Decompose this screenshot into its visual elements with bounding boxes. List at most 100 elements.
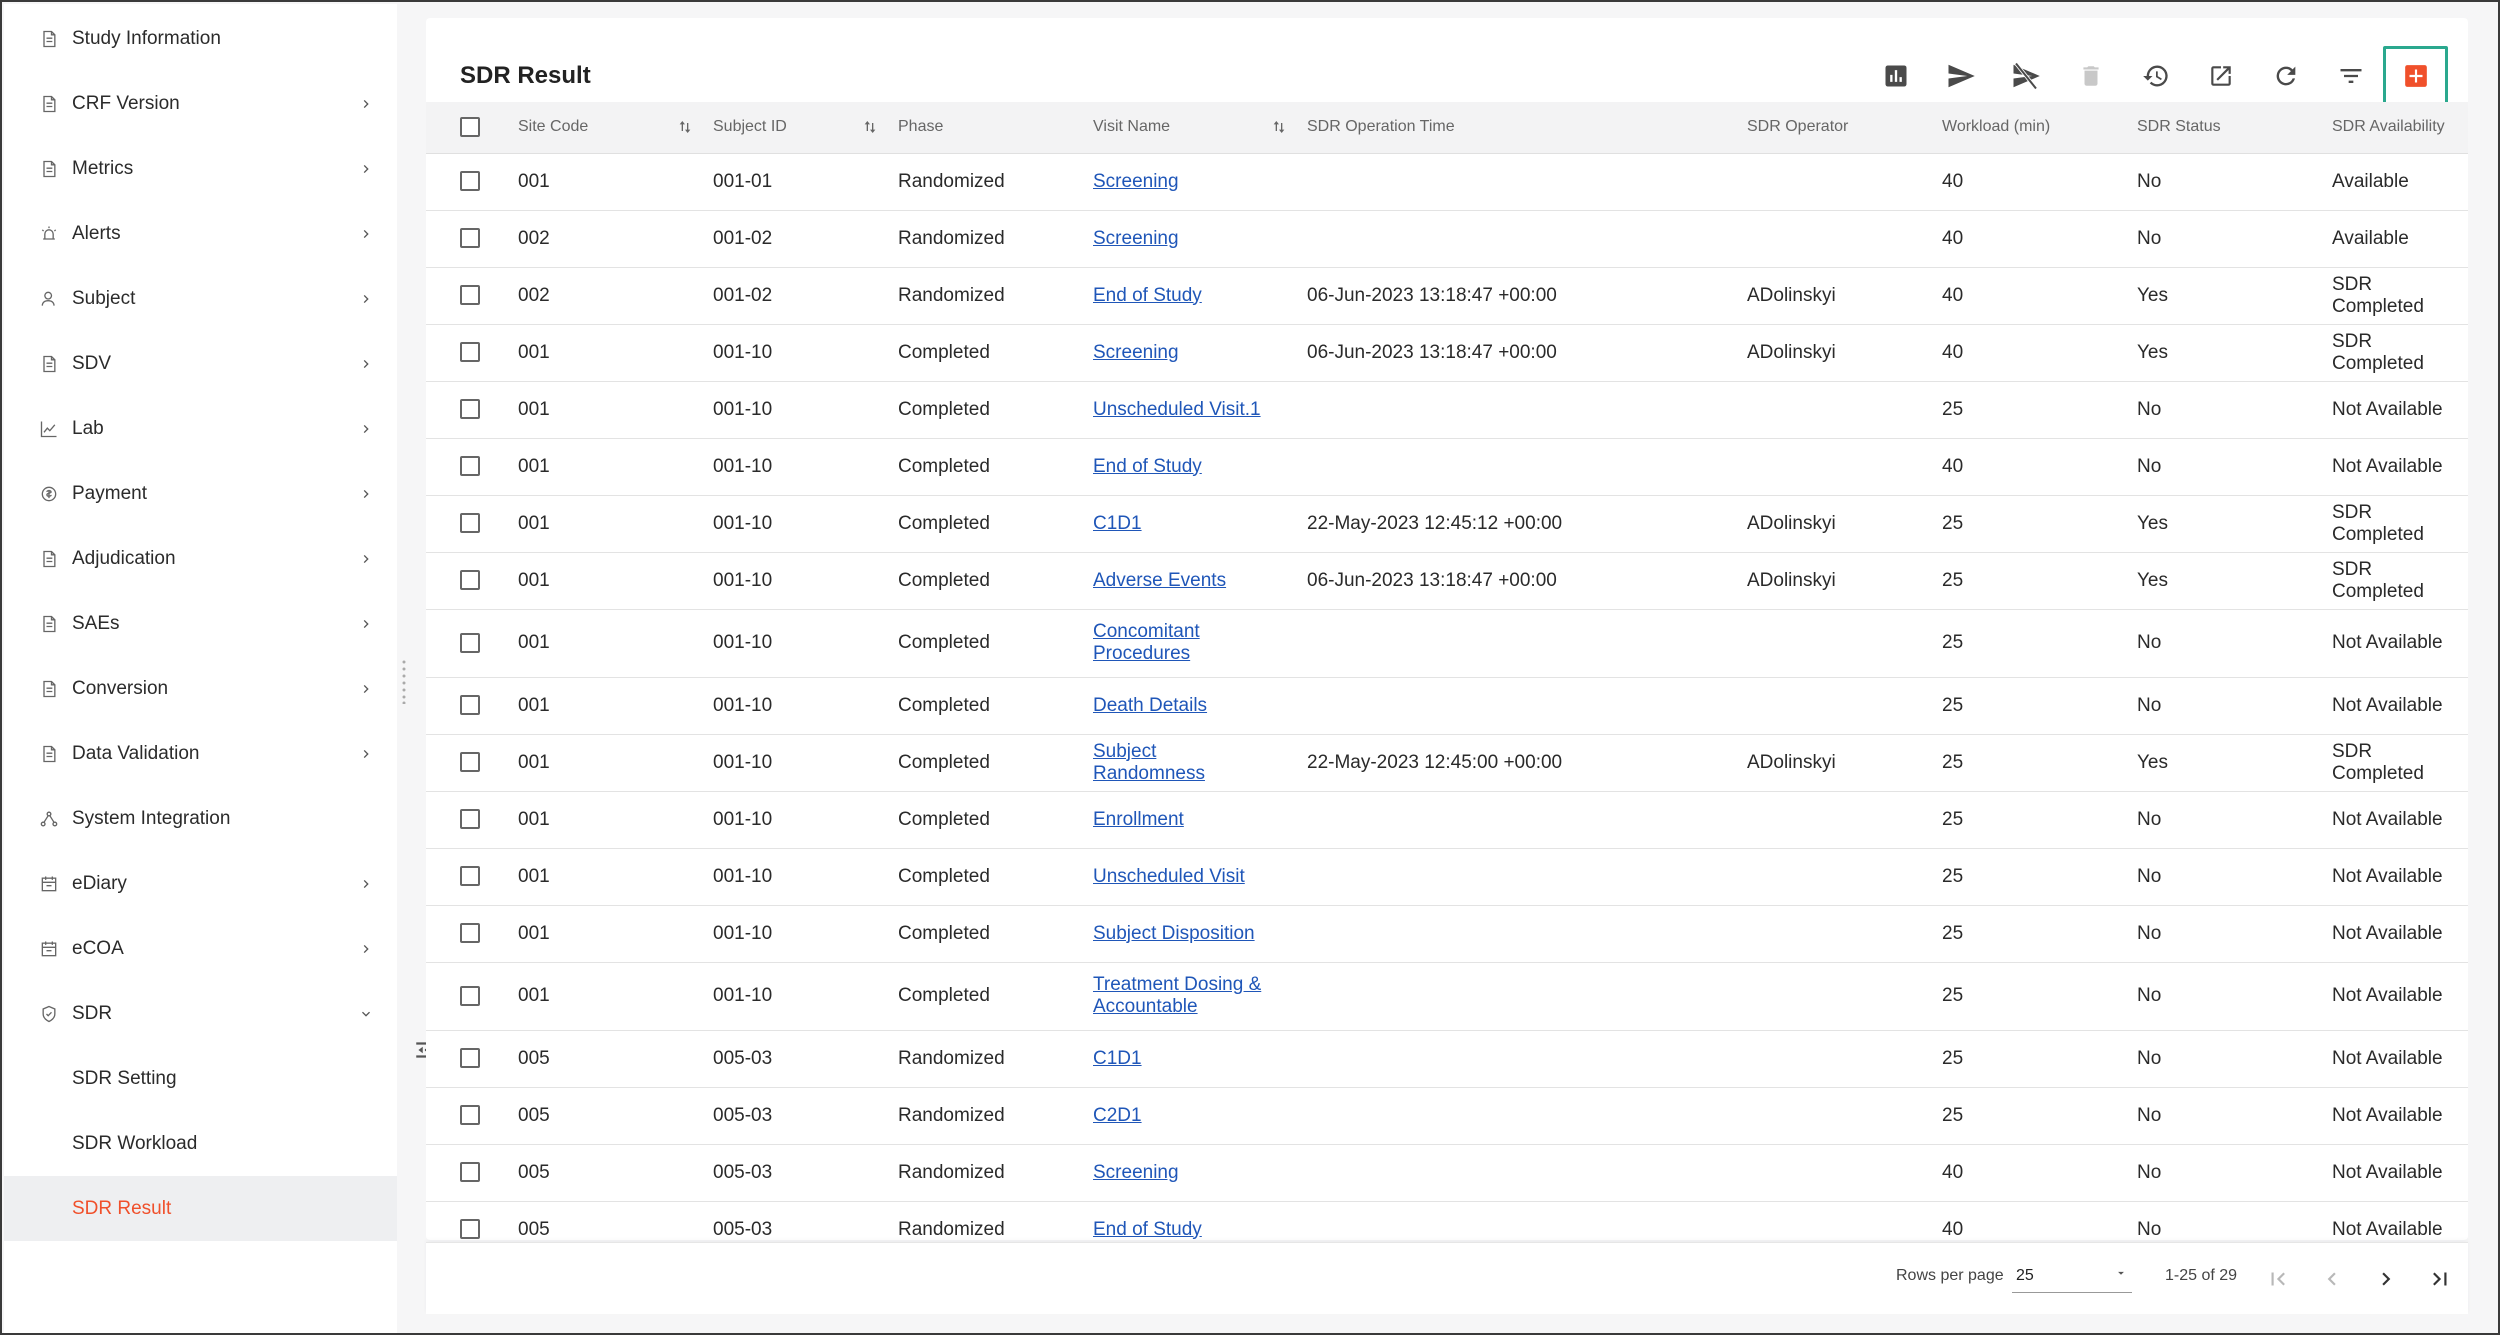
visit-name-link[interactable]: Treatment Dosing & Accountable <box>1093 974 1273 1018</box>
visit-name-link[interactable]: Unscheduled Visit.1 <box>1093 399 1261 421</box>
sidebar-resize-handle[interactable] <box>399 660 409 704</box>
row-checkbox[interactable] <box>460 985 480 1006</box>
row-checkbox[interactable] <box>460 752 480 773</box>
sort-icon[interactable] <box>862 119 878 135</box>
row-checkbox[interactable] <box>460 456 480 477</box>
table-row[interactable]: 001 001-10 Completed C1D1 22-May-2023 12:45:… <box>426 495 2468 553</box>
table-row[interactable]: 001 001-10 Completed Unscheduled Visit.1 25 N… <box>426 381 2468 439</box>
sidebar-item-saes[interactable]: SAEs <box>4 591 397 656</box>
table-row[interactable]: 005 005-03 Randomized Screening 40 No Not Avai… <box>426 1144 2468 1202</box>
row-checkbox[interactable] <box>460 399 480 420</box>
sidebar-subitem-sdr-result[interactable]: SDR Result <box>4 1176 397 1241</box>
row-checkbox[interactable] <box>460 923 480 944</box>
table-row[interactable]: 001 001-10 Completed Subject Randomness 22-M… <box>426 734 2468 792</box>
table-row[interactable]: 001 001-10 Completed Subject Disposition 25 N… <box>426 905 2468 963</box>
sidebar-item-adjudication[interactable]: Adjudication <box>4 526 397 591</box>
visit-name-link[interactable]: Subject Disposition <box>1093 923 1255 945</box>
column-header-subject-id[interactable]: Subject ID <box>713 102 898 154</box>
history-button[interactable] <box>2123 46 2188 106</box>
sidebar-item-alerts[interactable]: Alerts <box>4 201 397 266</box>
visit-name-link[interactable]: Screening <box>1093 342 1179 364</box>
row-checkbox[interactable] <box>460 695 480 716</box>
visit-name-link[interactable]: Adverse Events <box>1093 570 1226 592</box>
table-row[interactable]: 001 001-10 Completed Adverse Events 06-Jun-2… <box>426 552 2468 610</box>
table-row[interactable]: 001 001-01 Randomized Screening 40 No Availabl… <box>426 153 2468 211</box>
row-checkbox[interactable] <box>460 285 480 306</box>
sort-icon[interactable] <box>1271 119 1287 135</box>
visit-name-link[interactable]: End of Study <box>1093 1219 1202 1241</box>
sidebar-item-ediary[interactable]: eDiary <box>4 851 397 916</box>
table-row[interactable]: 005 005-03 Randomized C1D1 25 No Not Available <box>426 1030 2468 1088</box>
row-checkbox[interactable] <box>460 1162 480 1183</box>
table-row[interactable]: 002 001-02 Randomized Screening 40 No Availabl… <box>426 210 2468 268</box>
table-row[interactable]: 005 005-03 Randomized End of Study 40 No Not A… <box>426 1201 2468 1240</box>
unsend-button[interactable] <box>1993 46 2058 106</box>
table-row[interactable]: 002 001-02 Randomized End of Study 06-Jun-20… <box>426 267 2468 325</box>
add-button[interactable] <box>2383 46 2448 106</box>
sidebar-item-metrics[interactable]: Metrics <box>4 136 397 201</box>
visit-name-link[interactable]: C1D1 <box>1093 1048 1142 1070</box>
results-table-container[interactable]: Site Code Subject ID Phase Visit Name SDR Op… <box>426 102 2468 1240</box>
table-row[interactable]: 001 001-10 Completed Treatment Dosing & Acc… <box>426 962 2468 1031</box>
sidebar-item-study-information[interactable]: Study Information <box>4 6 397 71</box>
row-checkbox[interactable] <box>460 1105 480 1126</box>
column-header-visit-name[interactable]: Visit Name <box>1093 102 1307 154</box>
row-checkbox[interactable] <box>460 1048 480 1069</box>
sidebar-item-system-integration[interactable]: System Integration <box>4 786 397 851</box>
row-checkbox[interactable] <box>460 513 480 534</box>
table-row[interactable]: 001 001-10 Completed Death Details 25 No Not A… <box>426 677 2468 735</box>
row-checkbox[interactable] <box>460 228 480 249</box>
sidebar-item-lab[interactable]: Lab <box>4 396 397 461</box>
table-row[interactable]: 001 001-10 Completed Enrollment 25 No Not Avai… <box>426 791 2468 849</box>
cell-subject: 005-03 <box>713 1144 898 1202</box>
visit-name-link[interactable]: Screening <box>1093 171 1179 193</box>
visit-name-link[interactable]: End of Study <box>1093 456 1202 478</box>
row-checkbox[interactable] <box>460 342 480 363</box>
table-row[interactable]: 001 001-10 Completed Concomitant Procedures… <box>426 609 2468 678</box>
sidebar-item-payment[interactable]: Payment <box>4 461 397 526</box>
report-chart-button[interactable] <box>1863 46 1928 106</box>
sort-icon[interactable] <box>677 119 693 135</box>
delete-button[interactable] <box>2058 46 2123 106</box>
last-page-button[interactable] <box>2418 1257 2462 1301</box>
sidebar-item-data-validation[interactable]: Data Validation <box>4 721 397 786</box>
row-checkbox[interactable] <box>460 171 480 192</box>
first-page-button[interactable] <box>2256 1257 2300 1301</box>
sidebar-item-ecoa[interactable]: eCOA <box>4 916 397 981</box>
visit-name-link[interactable]: Enrollment <box>1093 809 1184 831</box>
visit-name-link[interactable]: Screening <box>1093 1162 1179 1184</box>
next-page-button[interactable] <box>2364 1257 2408 1301</box>
visit-name-link[interactable]: Screening <box>1093 228 1179 250</box>
sidebar-item-crf-version[interactable]: CRF Version <box>4 71 397 136</box>
row-checkbox[interactable] <box>460 570 480 591</box>
row-checkbox[interactable] <box>460 1219 480 1240</box>
rows-per-page-select[interactable]: 25 <box>2012 1259 2132 1293</box>
table-row[interactable]: 001 001-10 Completed Unscheduled Visit 25 No N… <box>426 848 2468 906</box>
send-button[interactable] <box>1928 46 1993 106</box>
sidebar-item-subject[interactable]: Subject <box>4 266 397 331</box>
filter-button[interactable] <box>2318 46 2383 106</box>
visit-name-link[interactable]: Death Details <box>1093 695 1207 717</box>
row-checkbox[interactable] <box>460 809 480 830</box>
open-external-button[interactable] <box>2188 46 2253 106</box>
row-checkbox[interactable] <box>460 632 480 653</box>
sidebar-subitem-sdr-setting[interactable]: SDR Setting <box>4 1046 397 1111</box>
sidebar-item-conversion[interactable]: Conversion <box>4 656 397 721</box>
visit-name-link[interactable]: End of Study <box>1093 285 1202 307</box>
row-checkbox[interactable] <box>460 866 480 887</box>
sidebar-subitem-sdr-workload[interactable]: SDR Workload <box>4 1111 397 1176</box>
sidebar-item-sdr[interactable]: SDR <box>4 981 397 1046</box>
visit-name-link[interactable]: Subject Randomness <box>1093 741 1273 785</box>
table-row[interactable]: 001 001-10 Completed End of Study 40 No Not Av… <box>426 438 2468 496</box>
refresh-button[interactable] <box>2253 46 2318 106</box>
visit-name-link[interactable]: Concomitant Procedures <box>1093 621 1273 665</box>
visit-name-link[interactable]: C2D1 <box>1093 1105 1142 1127</box>
select-all-checkbox[interactable] <box>460 117 480 138</box>
column-header-site-code[interactable]: Site Code <box>518 102 713 154</box>
visit-name-link[interactable]: C1D1 <box>1093 513 1142 535</box>
sidebar-item-sdv[interactable]: SDV <box>4 331 397 396</box>
table-row[interactable]: 001 001-10 Completed Screening 06-Jun-2023 1… <box>426 324 2468 382</box>
previous-page-button[interactable] <box>2310 1257 2354 1301</box>
table-row[interactable]: 005 005-03 Randomized C2D1 25 No Not Available <box>426 1087 2468 1145</box>
visit-name-link[interactable]: Unscheduled Visit <box>1093 866 1245 888</box>
